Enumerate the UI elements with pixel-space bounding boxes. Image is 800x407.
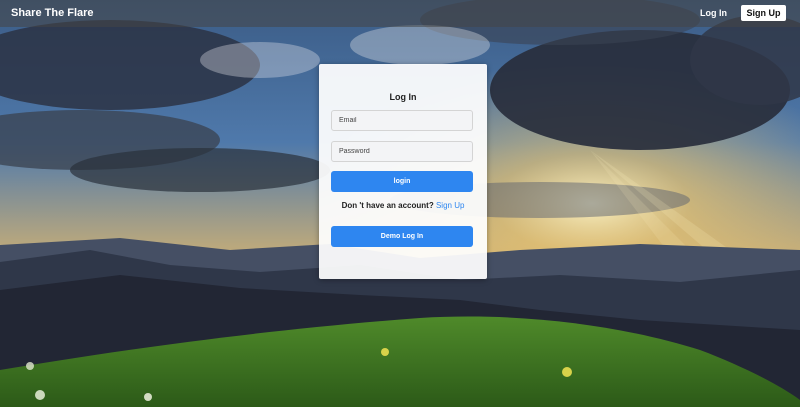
- page: Share The Flare Log In Sign Up Log In lo…: [0, 0, 800, 407]
- login-button[interactable]: login: [331, 171, 473, 192]
- brand-logo-text[interactable]: Share The Flare: [11, 7, 94, 20]
- nav-signup-button[interactable]: Sign Up: [741, 5, 786, 21]
- login-card: Log In login Don 't have an account? Sig…: [319, 64, 487, 279]
- no-account-text: Don 't have an account?: [341, 201, 434, 210]
- password-field[interactable]: [331, 141, 473, 162]
- signup-link[interactable]: Sign Up: [436, 201, 464, 210]
- signup-prompt: Don 't have an account? Sign Up: [319, 201, 487, 210]
- email-field[interactable]: [331, 110, 473, 131]
- top-navbar: Share The Flare Log In Sign Up: [0, 0, 800, 27]
- nav-login-link[interactable]: Log In: [700, 7, 727, 20]
- demo-login-button[interactable]: Demo Log In: [331, 226, 473, 247]
- login-card-title: Log In: [389, 92, 417, 102]
